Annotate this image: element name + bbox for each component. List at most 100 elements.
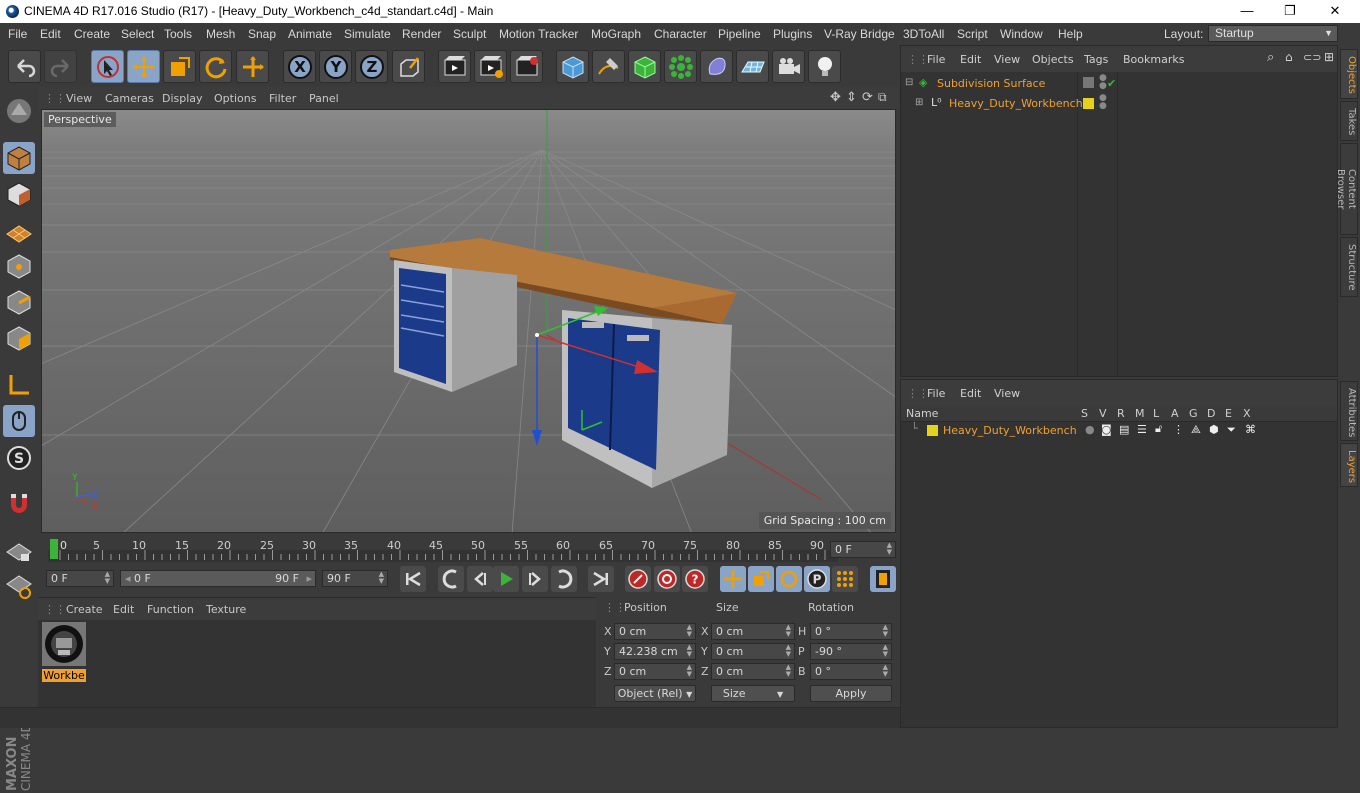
object-menu-bookmarks[interactable]: Bookmarks [1123,53,1184,66]
menu-vray-bridge[interactable]: V-Ray Bridge [824,27,895,41]
go-to-start-button[interactable] [400,566,426,592]
cube-button[interactable] [556,50,589,83]
menu-window[interactable]: Window [1000,27,1043,41]
size-z-field[interactable]: 0 cm ▲ ▼ [711,663,795,680]
collapse-icon[interactable]: ⊟ [905,77,913,88]
camera-button[interactable] [772,50,805,83]
rotate-button[interactable] [199,50,232,83]
snap-button[interactable] [3,488,35,520]
close-button[interactable]: ✕ [1320,2,1350,20]
start-frame-field[interactable]: 0 F ▲ ▼ [46,570,114,587]
record-active-objects-button[interactable] [625,566,651,592]
coordinate-system-button[interactable] [392,50,425,83]
menu-plugins[interactable]: Plugins [773,27,812,41]
expand-icon[interactable]: ⊞ [915,97,923,108]
material-menu-edit[interactable]: Edit [113,603,134,616]
y-axis-lock-button[interactable]: Y [319,50,352,83]
z-axis-lock-button[interactable]: Z [355,50,388,83]
maximize-button[interactable]: ❐ [1275,2,1305,20]
menu-create[interactable]: Create [74,27,110,41]
array-button[interactable] [664,50,697,83]
layer-menu-edit[interactable]: Edit [960,387,981,400]
edges-mode-button[interactable] [3,286,35,318]
minimize-button[interactable]: — [1232,2,1262,20]
viewport-menu-filter[interactable]: Filter [269,92,296,105]
menu-sculpt[interactable]: Sculpt [453,27,486,41]
locked-workplane-button[interactable] [3,534,35,566]
render-settings-button[interactable] [510,50,543,83]
menu-script[interactable]: Script [957,27,988,41]
go-to-end-button[interactable] [588,566,614,592]
play-button[interactable] [493,566,519,592]
size-x-field[interactable]: 0 cm ▲ ▼ [711,623,795,640]
rotation-h-field[interactable]: 0 ° ▲ ▼ [810,623,892,640]
scale-button[interactable] [163,50,196,83]
material-menu-texture[interactable]: Texture [206,603,246,616]
menu-edit[interactable]: Edit [40,27,61,41]
menu-select[interactable]: Select [121,27,154,41]
viewport-pan-icon[interactable]: ✥ [830,90,841,105]
manager-list-icon[interactable]: ☰ [1137,423,1147,436]
layer-row-heavy-duty-workbench[interactable]: └ Heavy_Duty_Workbench ● ◙ ▤ ☰ 🔓︎ ⋮ ⟁ ⬢ … [905,422,1337,440]
material-menu-create[interactable]: Create [66,603,103,616]
viewport-zoom-icon[interactable]: ⇕ [846,90,857,105]
deformer-button[interactable] [700,50,733,83]
render-view-button[interactable] [438,50,471,83]
animation-icon[interactable]: ⋮ [1173,423,1184,436]
menu-simulate[interactable]: Simulate [344,27,391,41]
position-y-field[interactable]: 42.238 cm ▲ ▼ [614,643,696,660]
autokeying-button[interactable] [654,566,680,592]
recent-tool-button[interactable] [236,50,269,83]
apply-button[interactable]: Apply [810,685,892,702]
layer-menu-view[interactable]: View [994,387,1020,400]
lock-icon[interactable]: 🔓︎ [1155,422,1162,436]
viewport-menu-cameras[interactable]: Cameras [105,92,154,105]
position-x-field[interactable]: 0 cm ▲ ▼ [614,623,696,640]
model-mode-button[interactable] [3,142,35,174]
object-menu-edit[interactable]: Edit [960,53,981,66]
viewport-menu-options[interactable]: Options [214,92,256,105]
visibility-dots-icon[interactable]: ● ● [1099,94,1107,111]
object-menu-file[interactable]: File [927,53,945,66]
size-y-field[interactable]: 0 cm ▲ ▼ [711,643,795,660]
viewport-maximize-icon[interactable]: ⧉ [878,90,887,105]
search-icon[interactable]: ⌕ [1267,50,1274,65]
menu-character[interactable]: Character [654,27,707,41]
workplane-mode-button[interactable] [3,214,35,246]
checkmark-icon[interactable]: ✔ [1107,77,1116,90]
layout-dropdown[interactable]: Startup ▼ [1208,25,1338,42]
xref-icon[interactable]: ⌘ [1245,423,1256,436]
undo-button[interactable] [8,50,41,83]
floor-button[interactable] [736,50,769,83]
add-panel-icon[interactable]: ⊞ [1324,50,1334,64]
menu-snap[interactable]: Snap [248,27,276,41]
tab-objects[interactable]: Objects [1340,49,1358,99]
size-mode-dropdown[interactable]: Size ▼ [711,685,795,702]
points-mode-button[interactable] [3,250,35,282]
tab-content-browser[interactable]: Content Browser [1335,143,1358,235]
light-button[interactable] [808,50,841,83]
material-menu-function[interactable]: Function [147,603,194,616]
key-pla-button[interactable] [832,566,858,592]
3d-viewport[interactable]: Y Z X Perspective Grid Spacing : 100 cm [41,109,896,533]
expression-icon[interactable]: ⏷ [1227,423,1236,437]
menu-3dtoall[interactable]: 3DToAll [903,27,944,41]
menu-tools[interactable]: Tools [164,27,192,41]
menu-mesh[interactable]: Mesh [206,27,235,41]
texture-mode-button[interactable] [3,178,35,210]
object-row-heavy-duty-workbench[interactable]: ⊞ L⁰ Heavy_Duty_Workbench ● ● [905,94,1337,114]
menu-pipeline[interactable]: Pipeline [718,27,761,41]
render-picture-viewer-button[interactable] [474,50,507,83]
rotation-b-field[interactable]: 0 ° ▲ ▼ [810,663,892,680]
object-menu-tags[interactable]: Tags [1084,53,1108,66]
menu-animate[interactable]: Animate [288,27,332,41]
previous-frame-button[interactable] [467,566,493,592]
visibility-dots-icon[interactable]: ● ● [1099,74,1107,91]
keyframe-selection-button[interactable]: ? [682,566,708,592]
menu-render[interactable]: Render [402,27,441,41]
menu-mograph[interactable]: MoGraph [591,27,641,41]
make-editable-button[interactable] [3,95,35,127]
object-menu-view[interactable]: View [994,53,1020,66]
planar-workplane-button[interactable] [3,570,35,602]
editor-toggle-icon[interactable] [1083,77,1094,88]
